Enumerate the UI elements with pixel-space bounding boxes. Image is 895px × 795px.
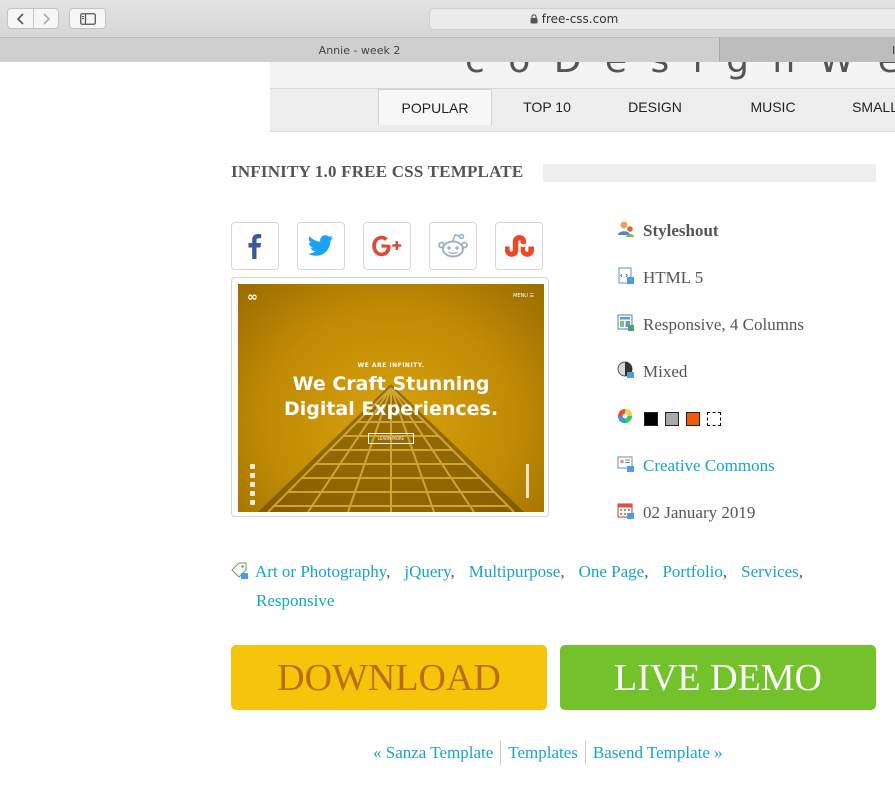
template-preview-frame[interactable]: ∞ MENU ☰ WE ARE INFINITY. We Craft Stunn… <box>231 277 549 517</box>
address-bar[interactable]: free-css.com <box>429 8 895 30</box>
chevron-left-icon <box>16 12 24 25</box>
meta-author: Styleshout <box>617 221 719 240</box>
stumbleupon-share-button[interactable] <box>495 222 543 270</box>
twitter-share-button[interactable] <box>297 222 345 270</box>
preview-cta-button: LEARN MORE <box>368 433 414 444</box>
site-header: c o D e s i g n W e e k 2 POPULAR TOP 10… <box>270 62 895 132</box>
twitter-icon <box>308 235 333 256</box>
history-buttons <box>7 8 59 29</box>
tag-list-second-line: Responsive <box>231 586 851 615</box>
author-name: Styleshout <box>643 221 719 240</box>
nav-tab-popular[interactable]: POPULAR <box>378 89 492 125</box>
tag-list: Art or Photography, jQuery, Multipurpose, O… <box>231 557 851 615</box>
tag-link[interactable]: Portfolio <box>662 562 722 581</box>
download-button[interactable]: DOWNLOAD <box>231 645 547 710</box>
header-banner-text: c o D e s i g n W e e k 2 <box>465 62 895 81</box>
nav-tab-small[interactable]: SMALL <box>838 89 895 125</box>
tag-separator: , <box>560 562 565 581</box>
preview-social-dot <box>250 491 255 496</box>
page-content: c o D e s i g n W e e k 2 POPULAR TOP 10… <box>0 62 895 795</box>
next-template-link[interactable]: Basend Template » <box>586 740 730 765</box>
templates-index-link[interactable]: Templates <box>501 740 585 765</box>
preview-social-dot <box>250 473 255 478</box>
color-swatch <box>686 412 700 426</box>
tag-link[interactable]: One Page <box>579 562 645 581</box>
color-scheme: Mixed <box>643 362 688 381</box>
tab-label: Annie - week 2 <box>318 43 401 57</box>
header-banner: c o D e s i g n W e e k 2 <box>270 62 895 89</box>
tab-bar: Annie - week 2 I <box>0 38 895 62</box>
tag-separator: , <box>644 562 649 581</box>
sidebar-icon <box>79 12 96 25</box>
preview-social-icons <box>250 464 255 505</box>
meta-layout: Responsive, 4 Columns <box>617 314 805 334</box>
color-wheel-icon <box>618 409 632 423</box>
preview-kicker: WE ARE INFINITY. <box>357 362 425 369</box>
tab-annie-week-2[interactable]: Annie - week 2 <box>0 38 719 62</box>
layout-type: Responsive, 4 Columns <box>643 315 805 334</box>
address-text: free-css.com <box>541 12 619 26</box>
html-file-icon <box>618 267 634 284</box>
nav-tab-music[interactable]: MUSIC <box>708 89 838 125</box>
meta-html-version: HTML 5 <box>617 267 704 287</box>
reddit-share-button[interactable] <box>429 222 477 270</box>
live-demo-button[interactable]: LIVE DEMO <box>560 645 876 710</box>
forward-button[interactable] <box>33 8 59 29</box>
page-title: INFINITY 1.0 FREE CSS TEMPLATE <box>231 162 524 181</box>
html-version: HTML 5 <box>643 268 704 287</box>
tag-separator: , <box>450 562 455 581</box>
previous-template-link[interactable]: « Sanza Template <box>366 740 500 765</box>
contrast-icon <box>617 361 634 378</box>
tag-icon <box>231 562 248 579</box>
license-link[interactable]: Creative Commons <box>643 457 775 475</box>
preview-logo: ∞ <box>247 290 258 305</box>
nav-tab-design[interactable]: DESIGN <box>602 89 708 125</box>
facebook-icon <box>248 234 262 259</box>
template-pager: « Sanza Template Templates Basend Templa… <box>366 740 730 765</box>
reddit-icon <box>438 233 468 258</box>
lock-icon <box>530 14 538 24</box>
tag-link[interactable]: jQuery <box>404 562 450 581</box>
preview-headline: We Craft Stunning Digital Experiences. <box>283 373 499 420</box>
sidebar-toggle-button[interactable] <box>69 8 106 29</box>
release-date: 02 January 2019 <box>643 503 756 522</box>
browser-toolbar: free-css.com <box>0 0 895 38</box>
user-icon <box>618 221 634 237</box>
preview-social-dot <box>250 482 255 487</box>
preview-social-dot <box>250 500 255 505</box>
facebook-share-button[interactable] <box>231 222 279 270</box>
tag-separator: , <box>798 562 803 581</box>
tag-link[interactable]: Art or Photography <box>255 562 386 581</box>
tab-other[interactable]: I <box>719 38 895 62</box>
template-title-row: INFINITY 1.0 FREE CSS TEMPLATE <box>231 162 876 182</box>
preview-menu: MENU ☰ <box>513 293 534 299</box>
google-plus-share-button[interactable] <box>363 222 411 270</box>
color-swatches <box>644 412 721 426</box>
tag-separator: , <box>386 562 391 581</box>
meta-license: Creative Commons <box>617 456 775 475</box>
stumbleupon-icon <box>505 235 534 257</box>
title-rule <box>543 164 876 182</box>
meta-color-scheme: Mixed <box>617 361 688 381</box>
template-preview-image[interactable]: ∞ MENU ☰ WE ARE INFINITY. We Craft Stunn… <box>238 284 544 512</box>
chevron-right-icon <box>43 12 51 25</box>
back-button[interactable] <box>7 8 33 29</box>
color-swatch <box>644 412 658 426</box>
tag-link[interactable]: Multipurpose <box>469 562 561 581</box>
preview-social-dot <box>250 464 255 469</box>
layout-icon <box>617 314 634 331</box>
color-swatch <box>665 412 679 426</box>
color-swatch <box>707 412 721 426</box>
category-nav: POPULAR TOP 10 DESIGN MUSIC SMALL <box>378 89 895 125</box>
meta-date: 02 January 2019 <box>617 503 756 522</box>
tag-separator: , <box>722 562 728 581</box>
google-plus-icon <box>372 235 402 257</box>
meta-colors <box>617 409 721 428</box>
calendar-icon <box>617 503 634 519</box>
tag-link[interactable]: Responsive <box>256 591 334 610</box>
nav-tab-top-10[interactable]: TOP 10 <box>492 89 602 125</box>
tag-link[interactable]: Services <box>741 562 799 581</box>
license-icon <box>617 456 634 472</box>
